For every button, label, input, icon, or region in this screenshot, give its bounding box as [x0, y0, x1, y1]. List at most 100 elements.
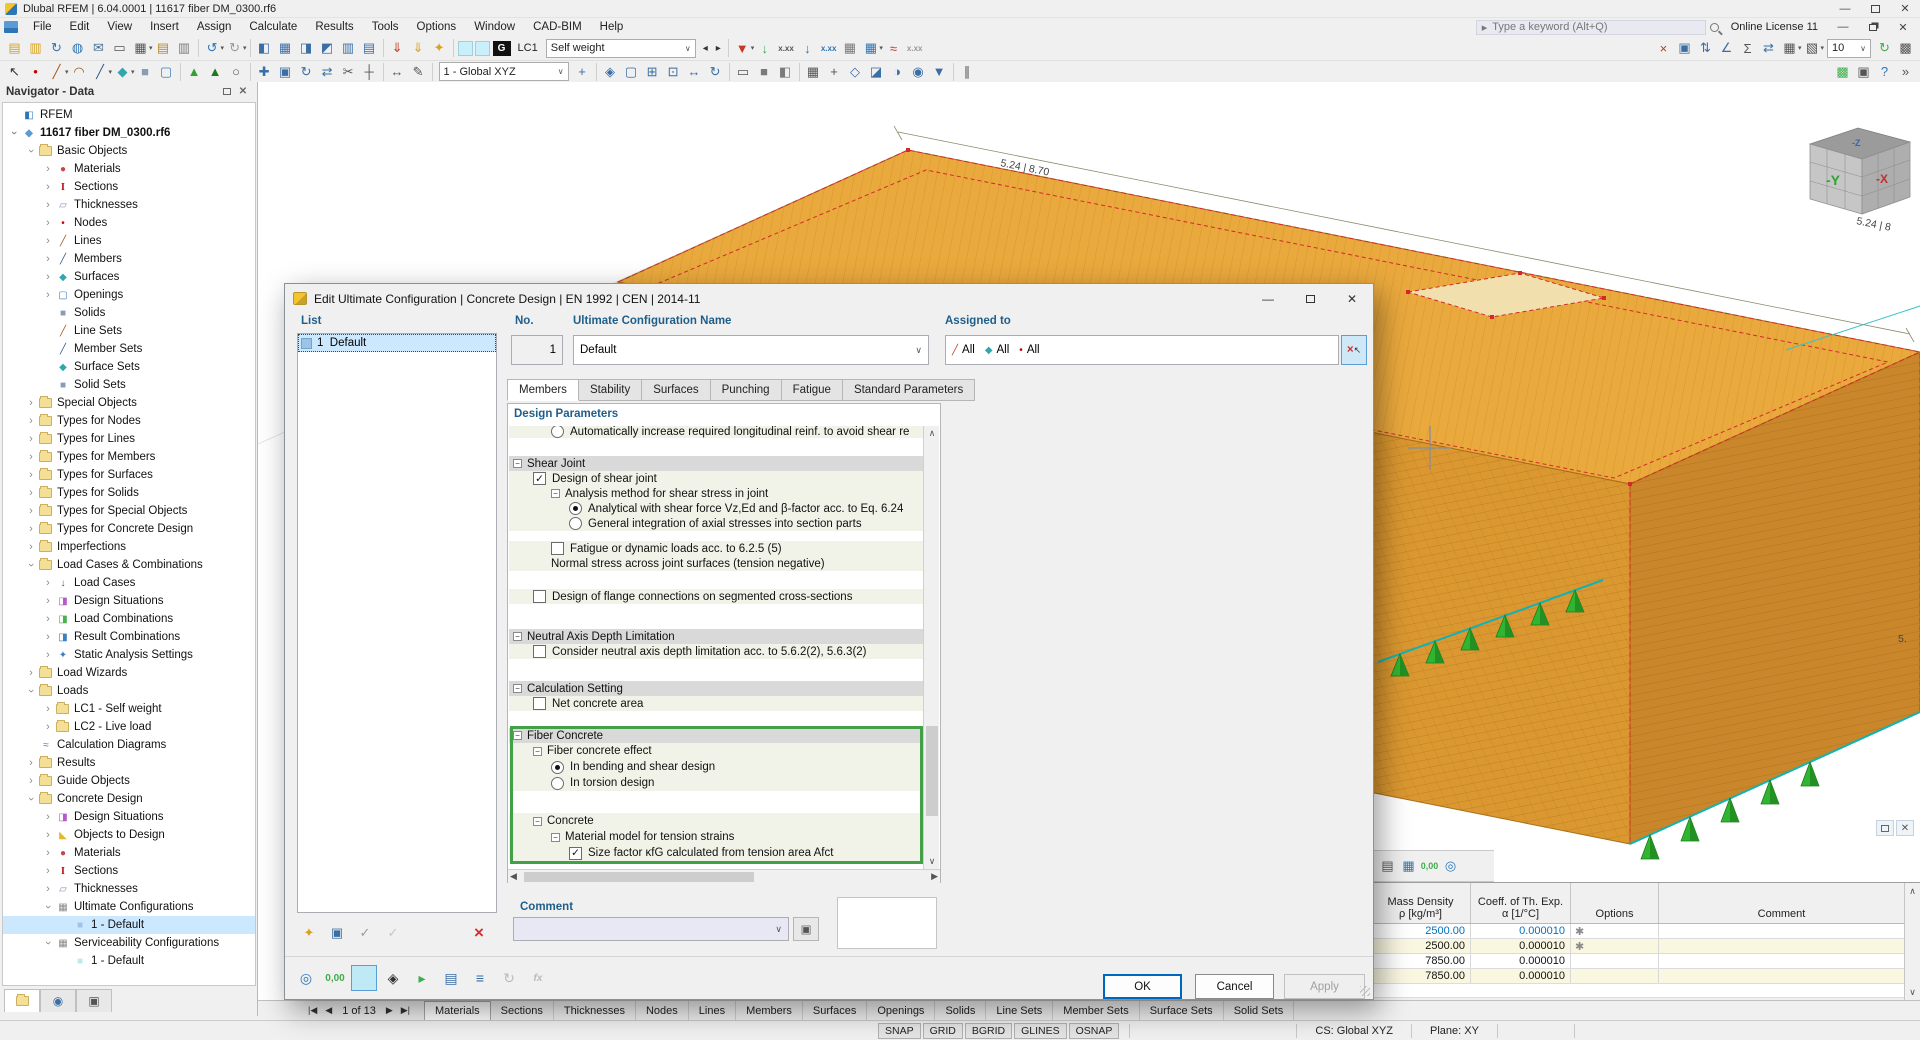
last-page-icon[interactable]: ▶|	[397, 1004, 414, 1017]
snap-icon[interactable]: +	[824, 62, 845, 82]
new-load-case-icon[interactable]: ⇓	[387, 38, 408, 58]
color-scheme-icon[interactable]	[351, 965, 377, 991]
chevron-right-icon[interactable]: ›	[24, 505, 38, 517]
clear-assigned-button[interactable]: ×↖	[1341, 335, 1367, 365]
table-tab-sections[interactable]: Sections	[491, 1001, 554, 1020]
workplane-icon[interactable]: ◇	[845, 62, 866, 82]
tree-item-lines[interactable]: ›╱Lines	[3, 232, 255, 250]
edit-mode-icon[interactable]: ↖	[4, 62, 25, 82]
param-check[interactable]: Consider neutral axis depth limitation a…	[509, 644, 925, 659]
param-node[interactable]: −Fiber concrete effect	[509, 743, 925, 759]
tree-item-load-combinations[interactable]: ›◨Load Combinations	[3, 610, 255, 628]
tree-item-nodes[interactable]: ›•Nodes	[3, 214, 255, 232]
menu-edit[interactable]: Edit	[61, 19, 99, 35]
checkbox-icon[interactable]	[533, 590, 546, 603]
view-isometric-icon[interactable]: ◈	[600, 62, 621, 82]
panel-icon[interactable]: ▩	[1895, 38, 1916, 58]
toggle-a-icon[interactable]	[458, 41, 473, 56]
protocol-toggle-icon[interactable]: ▥	[338, 38, 359, 58]
tree-item-calculation-diagrams[interactable]: ≈Calculation Diagrams	[3, 736, 255, 754]
redo-icon[interactable]: ↻	[224, 38, 245, 58]
table-row[interactable]: 7850.000.000010	[1371, 954, 1905, 969]
search-input[interactable]: ▸ Type a keyword (Alt+Q)	[1476, 20, 1706, 35]
navigator-toggle-icon[interactable]: ◧	[254, 38, 275, 58]
chevron-right-icon[interactable]: ›	[24, 451, 38, 463]
menu-options[interactable]: Options	[408, 19, 466, 35]
tree-item-1-default[interactable]: ■1 - Default	[3, 952, 255, 970]
table-settings-icon[interactable]: ▦	[1398, 856, 1419, 876]
tab-members[interactable]: Members	[507, 379, 579, 401]
chevron-right-icon[interactable]: ›	[41, 577, 55, 589]
table-float-icon[interactable]	[1876, 820, 1894, 836]
chevron-right-icon[interactable]: ›	[24, 469, 38, 481]
extreme-values-icon[interactable]: x.xx	[904, 44, 926, 53]
gear-icon[interactable]: ✱	[1575, 925, 1584, 938]
chevron-right-icon[interactable]: ›	[41, 703, 55, 715]
mdi-minimize-icon[interactable]: —	[1828, 19, 1858, 36]
param-check[interactable]: Net concrete area	[509, 696, 925, 711]
sort-icon[interactable]: ⇄	[1758, 38, 1779, 58]
new-surface-icon[interactable]: ◆	[112, 62, 133, 82]
param-node[interactable]: −Material model for tension strains	[509, 829, 925, 845]
tree-item-loads[interactable]: ›Loads	[3, 682, 255, 700]
collapse-icon[interactable]: −	[513, 632, 522, 641]
new-arc-icon[interactable]: ◠	[69, 62, 90, 82]
dialog-minimize-icon[interactable]: —	[1247, 286, 1289, 312]
menu-help[interactable]: Help	[591, 19, 633, 35]
move-icon[interactable]: ✚	[254, 62, 275, 82]
menu-results[interactable]: Results	[306, 19, 362, 35]
params-vertical-scrollbar[interactable]: ∧∨	[923, 426, 939, 869]
tree-item-sections[interactable]: ›ISections	[3, 862, 255, 880]
output-toggle-icon[interactable]: ◩	[317, 38, 338, 58]
tree-item-types-for-concrete-design[interactable]: ›Types for Concrete Design	[3, 520, 255, 538]
tree-item-basic-objects[interactable]: ›Basic Objects	[3, 142, 255, 160]
menu-assign[interactable]: Assign	[188, 19, 241, 35]
tree-item-result-combinations[interactable]: ›◨Result Combinations	[3, 628, 255, 646]
load-case-combo[interactable]: Self weight∨	[546, 39, 696, 58]
tab-surfaces[interactable]: Surfaces	[642, 379, 710, 401]
rotate-view-icon[interactable]: ↻	[705, 62, 726, 82]
chevron-right-icon[interactable]: ›	[41, 181, 55, 193]
tree-item-guide-objects[interactable]: ›Guide Objects	[3, 772, 255, 790]
sum-icon[interactable]: Σ	[1737, 38, 1758, 58]
checkbox-icon[interactable]: ✓	[533, 472, 546, 485]
uncheck-all-icon[interactable]: ✓	[381, 921, 405, 945]
tree-item-materials[interactable]: ›●Materials	[3, 160, 255, 178]
chevron-right-icon[interactable]: ›	[24, 523, 38, 535]
display-options-icon[interactable]: ▧	[1801, 38, 1822, 58]
viewcube-toggle-icon[interactable]: ▩	[1832, 62, 1853, 82]
tab-standard-parameters[interactable]: Standard Parameters	[843, 379, 975, 401]
new-node-icon[interactable]: •	[25, 62, 46, 82]
close-panel-icon[interactable]: ✕	[235, 85, 251, 99]
tree-item-results[interactable]: ›Results	[3, 754, 255, 772]
table-scrollbar[interactable]: ∧∨	[1904, 883, 1920, 1001]
render-wire-icon[interactable]: ▭	[733, 62, 754, 82]
list-item[interactable]: 1 Default	[298, 334, 496, 352]
table-tab-solid-sets[interactable]: Solid Sets	[1224, 1001, 1295, 1020]
table-options-icon[interactable]: ▦	[1779, 38, 1800, 58]
toggle-osnap[interactable]: OSNAP	[1069, 1023, 1120, 1039]
formula-icon[interactable]: fx	[525, 965, 551, 991]
table-tab-materials[interactable]: Materials	[424, 1001, 491, 1020]
checkbox-icon[interactable]	[533, 697, 546, 710]
dialog-title-bar[interactable]: Edit Ultimate Configuration | Concrete D…	[285, 284, 1373, 313]
check-all-icon[interactable]: ✓	[353, 921, 377, 945]
params-horizontal-scrollbar[interactable]: ◀▶	[508, 869, 940, 883]
measure-icon[interactable]: ∠	[1716, 38, 1737, 58]
new-opening-icon[interactable]: ▢	[156, 62, 177, 82]
filter-icon[interactable]: ▼	[929, 62, 950, 82]
tree-item-concrete-design[interactable]: ›Concrete Design	[3, 790, 255, 808]
next-load-case-icon[interactable]: ▸	[712, 38, 725, 58]
chevron-right-icon[interactable]: ›	[24, 487, 38, 499]
maximize-icon[interactable]	[1860, 0, 1890, 17]
tree-item-openings[interactable]: ›▢Openings	[3, 286, 255, 304]
config-list-icon[interactable]: ≡	[467, 965, 493, 991]
select-objects-icon[interactable]: ◈	[380, 965, 406, 991]
param-radio[interactable]: Analytical with shear force Vz,Ed and β-…	[509, 501, 925, 516]
show-results-icon[interactable]: ↓	[797, 38, 818, 58]
chevron-right-icon[interactable]: ›	[41, 865, 55, 877]
tab-navigator-data[interactable]	[4, 989, 40, 1012]
chevron-right-icon[interactable]: ›	[24, 397, 38, 409]
table-row[interactable]: 7850.000.000010	[1371, 969, 1905, 984]
tree-item-solid-sets[interactable]: ■Solid Sets	[3, 376, 255, 394]
